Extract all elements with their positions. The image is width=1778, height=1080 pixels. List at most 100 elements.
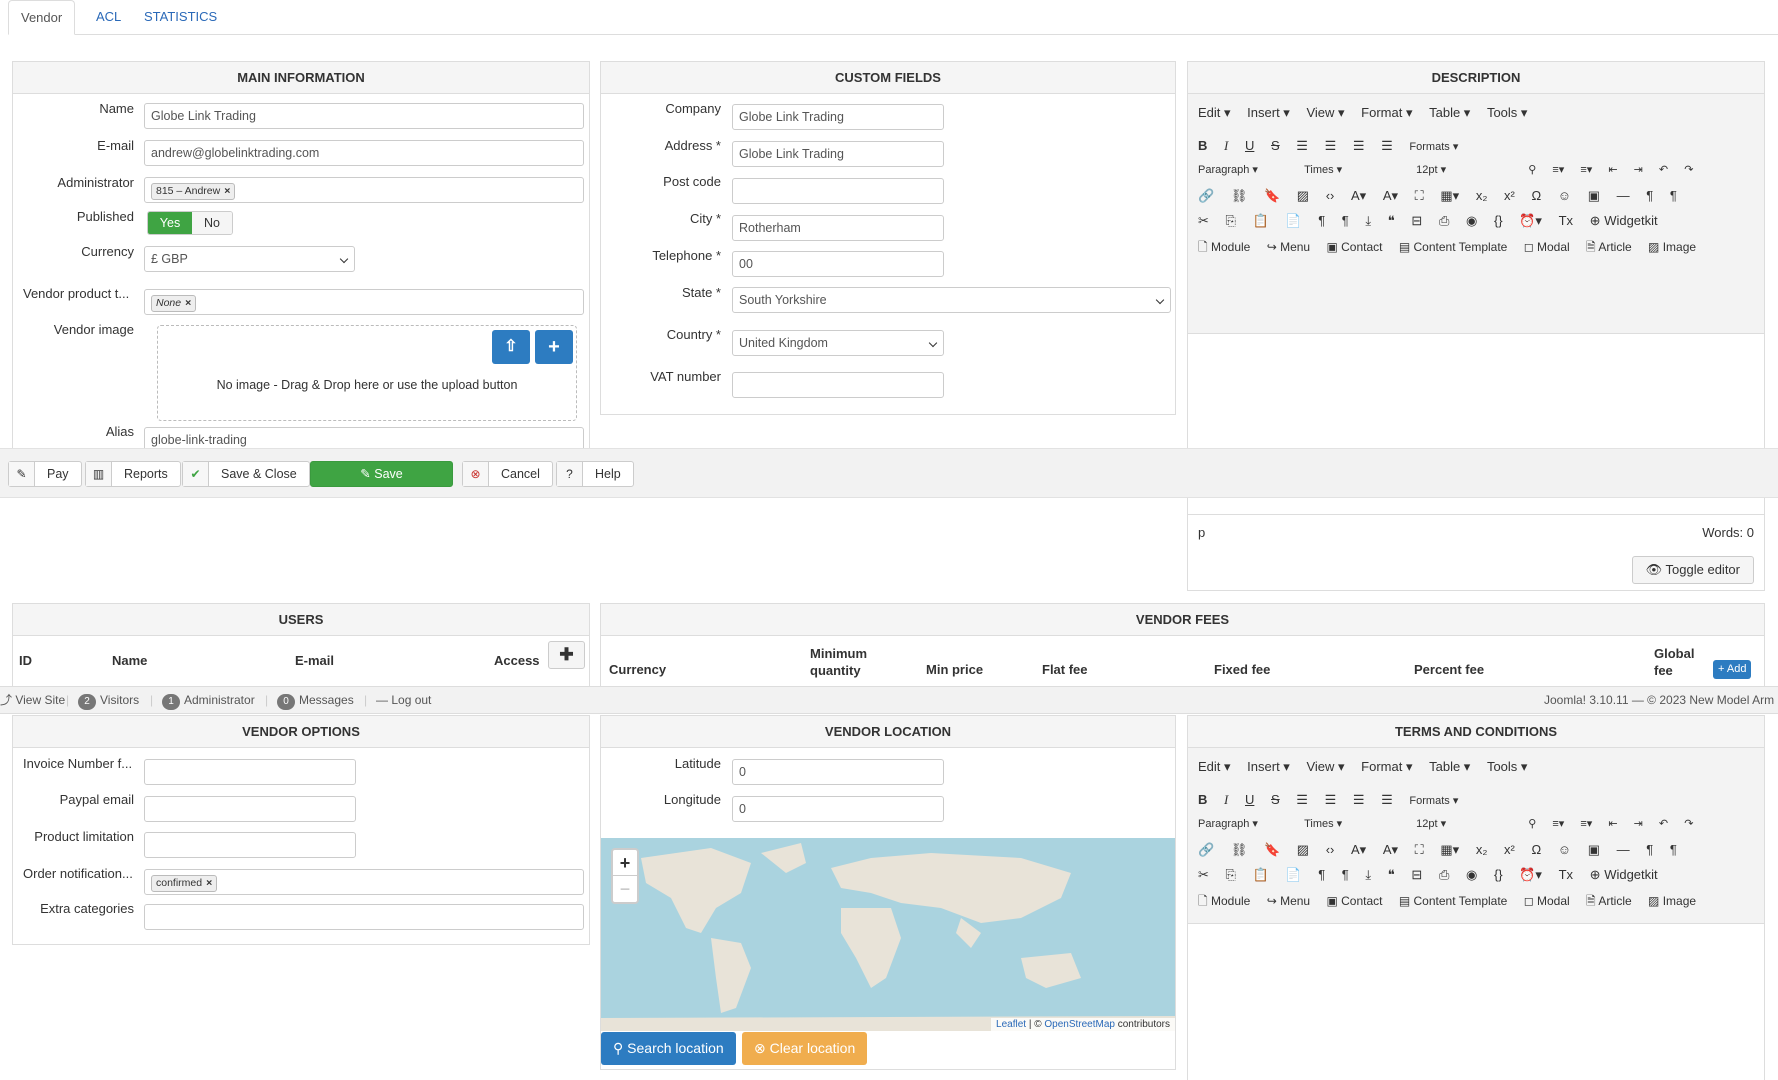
invoice-input[interactable] — [144, 759, 356, 785]
unlink-icon[interactable]: ⛓ — [1231, 842, 1248, 858]
menu-tools[interactable]: Tools ▾ — [1487, 105, 1528, 121]
align-center-icon[interactable]: ☰ — [1325, 138, 1337, 154]
product-type-field[interactable]: None × — [144, 289, 584, 315]
insert-modal-button[interactable]: ◻ Modal — [1524, 240, 1570, 254]
special-char-icon[interactable]: Ω — [1531, 842, 1541, 857]
formats-dropdown[interactable]: Formats ▾ — [1409, 794, 1458, 807]
copy-icon[interactable]: ⎘ — [1226, 867, 1236, 883]
underline-icon[interactable]: U — [1245, 138, 1254, 153]
template-icon[interactable]: ⤓ — [1365, 213, 1371, 229]
tab-acl[interactable]: ACL — [84, 0, 133, 35]
strikethrough-icon[interactable]: S — [1271, 792, 1280, 807]
insert-menu-button[interactable]: ↪ Menu — [1267, 894, 1310, 908]
product-limit-input[interactable] — [144, 832, 356, 858]
vat-input[interactable] — [732, 372, 944, 398]
widgetkit-button[interactable]: ⊕ Widgetkit — [1590, 867, 1658, 883]
visualchars-icon[interactable]: ¶ — [1342, 867, 1349, 882]
leaflet-link[interactable]: Leaflet — [996, 1019, 1026, 1030]
blockquote-icon[interactable]: ❝ — [1388, 867, 1395, 883]
remove-icon[interactable]: × — [224, 185, 230, 197]
background-color-icon[interactable]: A▾ — [1383, 842, 1398, 858]
background-color-icon[interactable]: A▾ — [1383, 188, 1398, 204]
table-icon[interactable]: ▦▾ — [1440, 842, 1459, 858]
city-input[interactable]: Rotherham — [732, 215, 944, 241]
tab-statistics[interactable]: STATISTICS — [132, 0, 229, 35]
align-center-icon[interactable]: ☰ — [1325, 792, 1337, 808]
pagebreak-icon[interactable]: ⊟ — [1411, 213, 1422, 229]
underline-icon[interactable]: U — [1245, 792, 1254, 807]
align-justify-icon[interactable]: ☰ — [1381, 792, 1393, 808]
media-icon[interactable]: ▣ — [1588, 842, 1600, 858]
undo-icon[interactable]: ↶ — [1659, 817, 1668, 830]
paste-text-icon[interactable]: 📄 — [1285, 213, 1301, 229]
map-view[interactable]: + − Leaflet | © OpenStreetMap contributo… — [601, 838, 1175, 1031]
latitude-input[interactable]: 0 — [732, 759, 944, 785]
ltr-icon[interactable]: ¶ — [1646, 842, 1653, 857]
add-fee-button[interactable]: + Add — [1713, 660, 1752, 679]
longitude-input[interactable]: 0 — [732, 796, 944, 822]
insert-template-button[interactable]: ▤ Content Template — [1399, 240, 1508, 254]
image-dropzone[interactable]: ⇧ + No image - Drag & Drop here or use t… — [157, 325, 577, 421]
insert-module-button[interactable]: 🗋 Module — [1198, 892, 1250, 913]
size-dropdown[interactable]: 12pt ▾ — [1416, 163, 1512, 176]
paste-icon[interactable]: 📋 — [1253, 213, 1269, 229]
visualchars-icon[interactable]: ¶ — [1342, 213, 1349, 228]
code-sample-icon[interactable]: {} — [1494, 867, 1503, 882]
code-icon[interactable]: ‹› — [1326, 842, 1335, 857]
bullet-list-icon[interactable]: ≡▾ — [1552, 163, 1564, 176]
menu-view[interactable]: View ▾ — [1306, 759, 1344, 775]
published-yes[interactable]: Yes — [148, 212, 192, 234]
published-no[interactable]: No — [192, 212, 232, 234]
menu-insert[interactable]: Insert ▾ — [1247, 105, 1290, 121]
insert-image-button[interactable]: ▨ Image — [1648, 894, 1696, 908]
cut-icon[interactable]: ✂ — [1198, 213, 1209, 229]
insert-contact-button[interactable]: ▣ Contact — [1326, 894, 1382, 908]
outdent-icon[interactable]: ⇤ — [1608, 817, 1617, 830]
superscript-icon[interactable]: x² — [1504, 842, 1515, 857]
fullscreen-icon[interactable]: ⛶ — [1415, 842, 1424, 858]
toggle-editor-button[interactable]: 👁 Toggle editor — [1631, 556, 1754, 584]
paste-text-icon[interactable]: 📄 — [1285, 867, 1301, 883]
zoom-in-button[interactable]: + — [613, 850, 637, 876]
italic-icon[interactable]: I — [1224, 792, 1228, 808]
widgetkit-button[interactable]: ⊕ Widgetkit — [1590, 213, 1658, 229]
numbered-list-icon[interactable]: ≡▾ — [1580, 817, 1592, 830]
hr-icon[interactable]: — — [1617, 842, 1630, 857]
preview-icon[interactable]: ◉ — [1466, 213, 1477, 229]
bullet-list-icon[interactable]: ≡▾ — [1552, 817, 1564, 830]
postcode-input[interactable] — [732, 178, 944, 204]
order-notification-field[interactable]: confirmed × — [144, 869, 584, 895]
tab-vendor[interactable]: Vendor — [8, 0, 76, 35]
menu-table[interactable]: Table ▾ — [1429, 759, 1470, 775]
reports-button[interactable]: ▥ Reports — [85, 461, 181, 487]
hr-icon[interactable]: — — [1617, 188, 1630, 203]
paragraph-dropdown[interactable]: Paragraph ▾ — [1198, 163, 1288, 176]
clear-format-icon[interactable]: Tx — [1559, 867, 1573, 882]
bold-icon[interactable]: B — [1198, 138, 1207, 153]
text-color-icon[interactable]: A▾ — [1351, 842, 1366, 858]
insert-image-button[interactable]: ▨ Image — [1648, 240, 1696, 254]
align-left-icon[interactable]: ☰ — [1296, 792, 1308, 808]
blockquote-icon[interactable]: ❝ — [1388, 213, 1395, 229]
remove-icon[interactable]: × — [206, 877, 212, 889]
print-icon[interactable]: ⎙ — [1439, 213, 1449, 229]
find-icon[interactable]: ⚲ — [1528, 817, 1536, 830]
paste-icon[interactable]: 📋 — [1253, 867, 1269, 883]
image-icon[interactable]: ▨ — [1297, 842, 1309, 858]
help-button[interactable]: ? Help — [556, 461, 634, 487]
numbered-list-icon[interactable]: ≡▾ — [1580, 163, 1592, 176]
special-char-icon[interactable]: Ω — [1531, 188, 1541, 203]
menu-edit[interactable]: Edit ▾ — [1198, 759, 1231, 775]
company-input[interactable]: Globe Link Trading — [732, 104, 944, 130]
fullscreen-icon[interactable]: ⛶ — [1415, 188, 1424, 204]
formats-dropdown[interactable]: Formats ▾ — [1409, 140, 1458, 153]
link-icon[interactable]: 🔗 — [1198, 188, 1214, 204]
telephone-input[interactable]: 00 — [732, 251, 944, 277]
subscript-icon[interactable]: x₂ — [1476, 188, 1488, 203]
save-close-button[interactable]: ✔ Save & Close — [182, 461, 310, 487]
menu-format[interactable]: Format ▾ — [1361, 759, 1412, 775]
strikethrough-icon[interactable]: S — [1271, 138, 1280, 153]
indent-icon[interactable]: ⇥ — [1634, 817, 1643, 830]
undo-icon[interactable]: ↶ — [1659, 163, 1668, 176]
currency-select[interactable]: £ GBP — [144, 246, 355, 272]
